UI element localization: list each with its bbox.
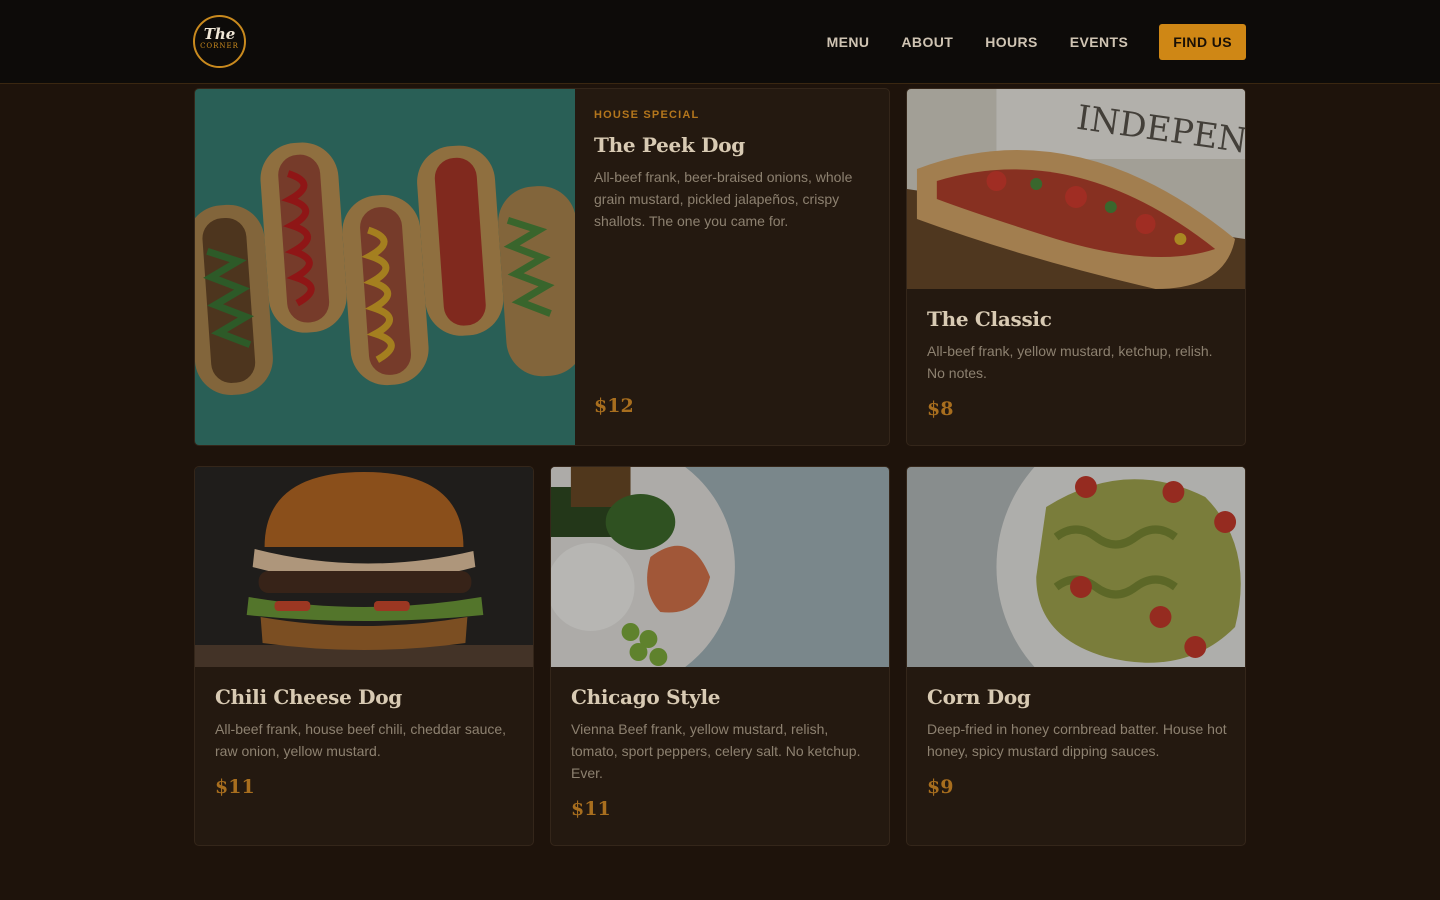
item-price: $11: [215, 776, 255, 798]
brand-logo[interactable]: The CORNER: [193, 15, 246, 68]
house-special-label: HOUSE SPECIAL: [594, 109, 700, 121]
item-description: All-beef frank, house beef chili, chedda…: [215, 721, 507, 759]
item-price: $8: [927, 398, 954, 420]
item-name: The Peek Dog: [594, 133, 745, 157]
menu-card-chicago-style[interactable]: Chicago Style Vienna Beef frank, yellow …: [550, 466, 890, 846]
nav-link-about[interactable]: ABOUT: [901, 34, 953, 50]
item-description: Deep-fried in honey cornbread batter. Ho…: [927, 721, 1227, 759]
item-description: All-beef frank, beer-braised onions, who…: [594, 169, 853, 229]
corn-card-body: Corn Dog Deep-fried in honey cornbread b…: [927, 685, 1227, 798]
item-price: $11: [571, 798, 611, 820]
logo-word-corner: CORNER: [200, 42, 239, 50]
logo-word-the: The: [203, 25, 236, 43]
item-description: All-beef frank, yellow mustard, ketchup,…: [927, 343, 1213, 381]
nav-link-menu[interactable]: MENU: [827, 34, 870, 50]
item-name: Corn Dog: [927, 685, 1031, 709]
nav-link-hours[interactable]: HOURS: [985, 34, 1038, 50]
menu-card-chili-cheese-dog[interactable]: Chili Cheese Dog All-beef frank, house b…: [194, 466, 534, 846]
nav-links: MENU ABOUT HOURS EVENTS FIND US: [827, 24, 1246, 60]
menu-card-featured[interactable]: HOUSE SPECIAL The Peek Dog All-beef fran…: [194, 88, 890, 446]
item-price: $12: [594, 395, 634, 417]
item-name: The Classic: [927, 307, 1052, 331]
classic-hot-dog-photo: INDEPENDEN: [907, 89, 1245, 289]
chili-card-body: Chili Cheese Dog All-beef frank, house b…: [215, 685, 515, 798]
top-nav: The CORNER MENU ABOUT HOURS EVENTS FIND …: [0, 0, 1440, 84]
burger-photo: [195, 467, 533, 667]
nav-link-events[interactable]: EVENTS: [1070, 34, 1128, 50]
classic-card-body: The Classic All-beef frank, yellow musta…: [927, 307, 1227, 420]
poke-bowl-photo: [551, 467, 889, 667]
item-description: Vienna Beef frank, yellow mustard, relis…: [571, 721, 861, 781]
hot-dogs-photo: [195, 89, 575, 445]
item-name: Chili Cheese Dog: [215, 685, 402, 709]
item-price: $9: [927, 776, 954, 798]
pasta-salad-photo: [907, 467, 1245, 667]
featured-card-body: HOUSE SPECIAL The Peek Dog All-beef fran…: [594, 109, 871, 421]
chicago-card-body: Chicago Style Vienna Beef frank, yellow …: [571, 685, 871, 820]
menu-card-classic[interactable]: INDEPENDEN The Classic All-beef frank, y…: [906, 88, 1246, 446]
item-name: Chicago Style: [571, 685, 721, 709]
menu-card-corn-dog[interactable]: Corn Dog Deep-fried in honey cornbread b…: [906, 466, 1246, 846]
find-us-button[interactable]: FIND US: [1159, 24, 1246, 60]
